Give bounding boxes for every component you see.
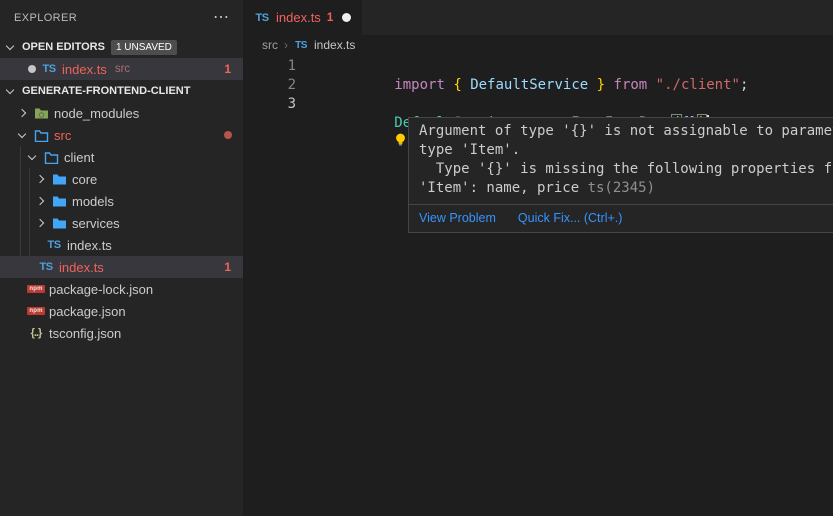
- tree-item-tsconfig-json[interactable]: {..} tsconfig.json: [0, 322, 243, 344]
- folder-icon: [51, 215, 67, 231]
- open-editor-file-name: index.ts: [62, 62, 107, 77]
- error-message-line: Type '{}' is missing the following prope…: [419, 160, 833, 179]
- tree-item-services[interactable]: services: [0, 212, 243, 234]
- tree-item-label: index.ts: [67, 238, 112, 253]
- error-dot-badge: [224, 131, 232, 139]
- lightbulb-icon[interactable]: [394, 95, 407, 109]
- chevron-down-icon: [4, 90, 16, 93]
- modified-dot-icon[interactable]: [342, 13, 351, 22]
- typescript-file-icon: TS: [294, 37, 308, 53]
- tab-label: index.ts: [276, 10, 321, 25]
- error-message-line: Argument of type '{}' is not assignable …: [419, 122, 833, 141]
- folder-icon: [51, 171, 67, 187]
- tree-item-label: src: [54, 128, 71, 143]
- workspace-section-header[interactable]: GENERATE-FRONTEND-CLIENT: [0, 80, 243, 102]
- tree-item-label: node_modules: [54, 106, 139, 121]
- chevron-separator-icon: ›: [284, 38, 288, 52]
- error-message-line: 'Item': name, price ts(2345): [419, 179, 833, 198]
- typescript-file-icon: TS: [41, 61, 57, 77]
- error-count-badge: 1: [224, 260, 231, 274]
- modified-dot-icon: [28, 65, 36, 73]
- chevron-right-icon: [34, 198, 46, 204]
- tree-item-label: package.json: [49, 304, 126, 319]
- folder-icon: [51, 193, 67, 209]
- tree-item-node-modules[interactable]: node_modules: [0, 102, 243, 124]
- typescript-file-icon: TS: [254, 10, 270, 26]
- tree-item-label: services: [72, 216, 120, 231]
- explorer-sidebar: EXPLORER ⋯ OPEN EDITORS 1 UNSAVED TS ind…: [0, 0, 243, 516]
- chevron-right-icon: [34, 176, 46, 182]
- chevron-down-icon: [26, 156, 38, 159]
- tab-index-ts[interactable]: TS index.ts 1: [243, 0, 362, 35]
- tree-item-label: models: [72, 194, 114, 209]
- tree-item-models[interactable]: models: [0, 190, 243, 212]
- open-editors-section-header[interactable]: OPEN EDITORS 1 UNSAVED: [0, 36, 243, 58]
- open-editor-file-path: src: [115, 63, 130, 75]
- explorer-title: EXPLORER: [14, 12, 77, 24]
- code-line-3: 3 DefaultService.createItemItemPost({}): [243, 95, 833, 114]
- npm-file-icon: npm: [28, 303, 44, 319]
- tree-item-core[interactable]: core: [0, 168, 243, 190]
- explorer-header: EXPLORER ⋯: [0, 0, 243, 35]
- tree-item-src[interactable]: src: [0, 124, 243, 146]
- editor-group: TS index.ts 1 src › TS index.ts 1 import…: [243, 0, 833, 516]
- tab-bar: TS index.ts 1: [243, 0, 833, 35]
- error-message: Argument of type '{}' is not assignable …: [409, 118, 833, 204]
- tree-item-label: index.ts: [59, 260, 104, 275]
- view-problem-link[interactable]: View Problem: [419, 211, 496, 225]
- quick-fix-link[interactable]: Quick Fix... (Ctrl+.): [518, 211, 623, 225]
- file-tree: node_modules src client: [0, 102, 243, 344]
- tree-item-label: core: [72, 172, 97, 187]
- open-editor-item-index-ts[interactable]: TS index.ts src 1: [0, 58, 243, 80]
- open-folder-icon: [43, 149, 59, 165]
- breadcrumb-file[interactable]: index.ts: [314, 38, 355, 52]
- open-folder-icon: [33, 127, 49, 143]
- line-number: 1: [243, 57, 296, 76]
- node-modules-folder-icon: [33, 105, 49, 121]
- line-number: 3: [243, 95, 296, 114]
- breadcrumb-folder[interactable]: src: [262, 38, 278, 52]
- code-line-1: 1 import { DefaultService } from "./clie…: [243, 57, 833, 76]
- typescript-file-icon: TS: [38, 259, 54, 275]
- tree-item-package-lock-json[interactable]: npm package-lock.json: [0, 278, 243, 300]
- chevron-right-icon: [34, 220, 46, 226]
- typescript-file-icon: TS: [46, 237, 62, 253]
- tree-item-client[interactable]: client: [0, 146, 243, 168]
- vscode-window: EXPLORER ⋯ OPEN EDITORS 1 UNSAVED TS ind…: [0, 0, 833, 516]
- tree-item-src-index-ts[interactable]: TS index.ts 1: [0, 256, 243, 278]
- hover-action-bar: View Problem Quick Fix... (Ctrl+.): [409, 204, 833, 232]
- tab-error-count: 1: [327, 12, 333, 24]
- tree-item-client-index-ts[interactable]: TS index.ts: [0, 234, 243, 256]
- chevron-down-icon: [16, 134, 28, 137]
- json-file-icon: {..}: [28, 325, 44, 341]
- tree-item-label: tsconfig.json: [49, 326, 121, 341]
- unsaved-badge: 1 UNSAVED: [111, 40, 177, 55]
- tree-item-label: package-lock.json: [49, 282, 153, 297]
- open-editors-label: OPEN EDITORS: [22, 41, 105, 53]
- chevron-down-icon: [4, 46, 16, 49]
- breadcrumb: src › TS index.ts: [243, 35, 833, 55]
- error-code: ts(2345): [588, 180, 655, 196]
- more-actions-icon[interactable]: ⋯: [213, 10, 229, 26]
- tree-item-package-json[interactable]: npm package.json: [0, 300, 243, 322]
- chevron-right-icon: [16, 110, 28, 116]
- tree-item-label: client: [64, 150, 94, 165]
- line-number: 2: [243, 76, 296, 95]
- workspace-name: GENERATE-FRONTEND-CLIENT: [22, 85, 190, 97]
- error-count-badge: 1: [224, 62, 231, 76]
- error-hover-tooltip: Argument of type '{}' is not assignable …: [408, 117, 833, 233]
- npm-file-icon: npm: [28, 281, 44, 297]
- error-message-line: type 'Item'.: [419, 141, 833, 160]
